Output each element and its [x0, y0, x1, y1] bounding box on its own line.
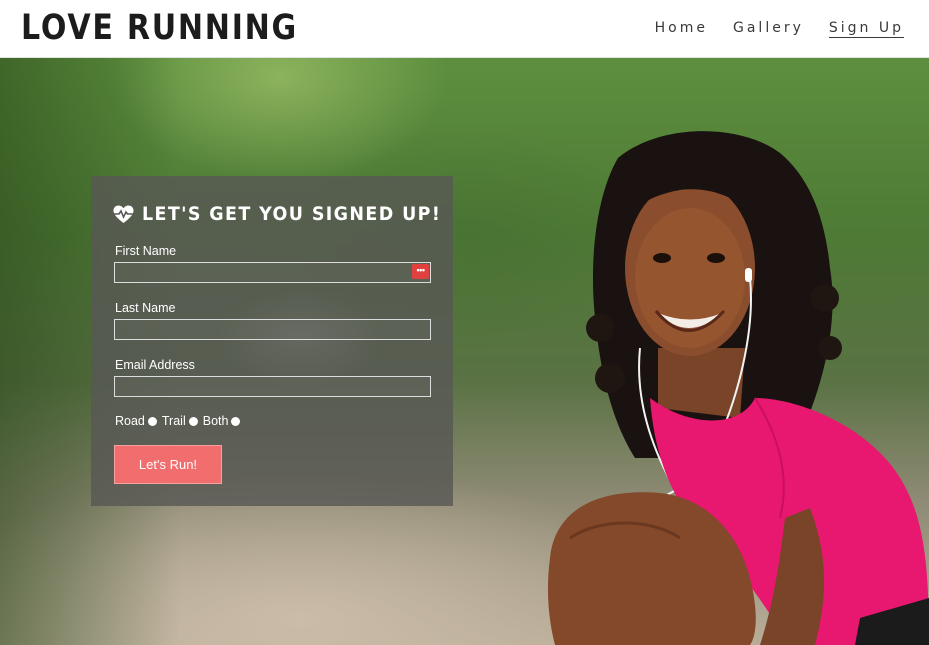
first-name-input[interactable] [114, 262, 431, 283]
last-name-input[interactable] [114, 319, 431, 340]
signup-title: LET'S GET YOU SIGNED UP! [113, 203, 467, 225]
radio-road-dot[interactable] [147, 416, 157, 426]
main-nav: Home Gallery Sign Up [655, 20, 904, 38]
radio-road-label: Road [115, 414, 145, 428]
radio-trail-label: Trail [161, 414, 186, 428]
first-name-wrapper: ••• [114, 262, 431, 283]
run-type-radio-group: Road Trail Both [115, 414, 245, 428]
heartbeat-icon [113, 205, 134, 223]
runner-photo [547, 131, 929, 645]
signup-form: LET'S GET YOU SIGNED UP! First Name ••• … [91, 176, 453, 506]
nav-signup-link[interactable]: Sign Up [828, 20, 904, 38]
last-name-label: Last Name [115, 301, 176, 315]
lets-run-button[interactable]: Let's Run! [114, 445, 222, 484]
hero-section: LET'S GET YOU SIGNED UP! First Name ••• … [0, 58, 929, 645]
password-manager-badge[interactable]: ••• [412, 264, 429, 279]
radio-both[interactable]: Both [203, 414, 241, 428]
site-logo[interactable]: LOVE RUNNING [21, 8, 298, 48]
first-name-label: First Name [115, 244, 177, 258]
email-input[interactable] [114, 376, 431, 397]
site-header: LOVE RUNNING Home Gallery Sign Up [0, 0, 929, 58]
radio-trail[interactable]: Trail [162, 414, 198, 428]
nav-home-link[interactable]: Home [655, 20, 708, 38]
radio-both-dot[interactable] [231, 416, 241, 426]
radio-trail-dot[interactable] [188, 416, 198, 426]
nav-gallery-link[interactable]: Gallery [733, 20, 804, 38]
signup-title-text: LET'S GET YOU SIGNED UP! [142, 203, 442, 225]
email-label: Email Address [115, 358, 195, 372]
radio-road[interactable]: Road [115, 414, 157, 428]
radio-both-label: Both [202, 414, 229, 428]
